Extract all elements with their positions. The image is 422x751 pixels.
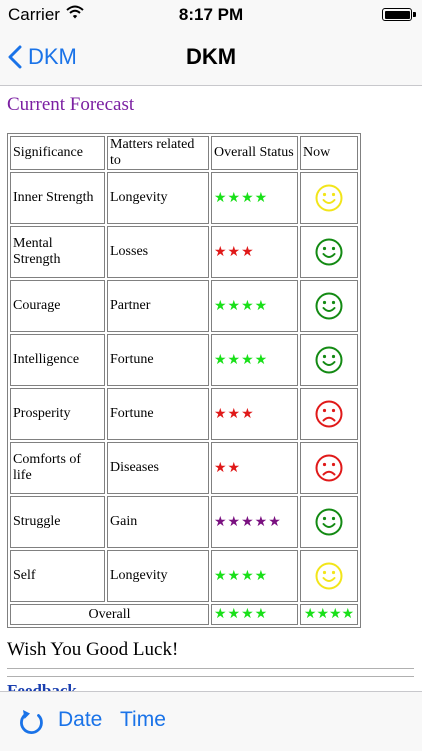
matters-cell: Partner (107, 280, 209, 332)
feedback-link[interactable]: Feedback (7, 681, 77, 691)
smiley-face-icon (315, 562, 343, 590)
smiley-face-icon (315, 292, 343, 320)
table-row: Struggle Gain ★★★★★ (10, 496, 358, 548)
status-cell: ★★★★ (211, 334, 298, 386)
status-cell: ★★★ (211, 226, 298, 278)
header-matters: Matters related to (107, 136, 209, 170)
now-cell (300, 496, 358, 548)
status-stars: ★★★★ (214, 190, 269, 206)
significance-cell: Courage (10, 280, 105, 332)
overall-status-stars: ★★★★ (211, 604, 298, 625)
matters-cell: Diseases (107, 442, 209, 494)
now-cell (300, 226, 358, 278)
significance-cell: Intelligence (10, 334, 105, 386)
matters-cell: Longevity (107, 172, 209, 224)
smiley-face-icon (315, 508, 343, 536)
table-row: Prosperity Fortune ★★★ (10, 388, 358, 440)
matters-cell: Fortune (107, 334, 209, 386)
now-cell (300, 334, 358, 386)
significance-cell: Inner Strength (10, 172, 105, 224)
status-cell: ★★ (211, 442, 298, 494)
overall-label: Overall (10, 604, 209, 625)
forecast-content[interactable]: Current Forecast Significance Matters re… (0, 86, 422, 691)
bottom-toolbar: Date Time (0, 691, 422, 751)
status-time: 8:17 PM (178, 5, 244, 24)
header-now: Now (300, 136, 358, 170)
matters-cell: Losses (107, 226, 209, 278)
navigation-bar: DKM DKM (0, 30, 422, 86)
table-header-row: Significance Matters related to Overall … (10, 136, 358, 170)
significance-cell: Mental Strength (10, 226, 105, 278)
status-cell: ★★★ (211, 388, 298, 440)
matters-cell: Gain (107, 496, 209, 548)
sad-face-icon (315, 454, 343, 482)
table-row: Mental Strength Losses ★★★ (10, 226, 358, 278)
divider (7, 676, 414, 677)
significance-cell: Struggle (10, 496, 105, 548)
sad-face-icon (315, 400, 343, 428)
overall-row: Overall ★★★★ ★★★★ (10, 604, 358, 625)
status-cell: ★★★★★ (211, 496, 298, 548)
smiley-face-icon (315, 346, 343, 374)
forecast-table: Significance Matters related to Overall … (7, 133, 361, 628)
header-significance: Significance (10, 136, 105, 170)
table-row: Courage Partner ★★★★ (10, 280, 358, 332)
status-cell: ★★★★ (211, 280, 298, 332)
matters-cell: Longevity (107, 550, 209, 602)
status-stars: ★★★ (214, 406, 255, 422)
status-cell: ★★★★ (211, 550, 298, 602)
battery-icon (382, 8, 416, 21)
now-cell (300, 388, 358, 440)
table-row: Intelligence Fortune ★★★★ (10, 334, 358, 386)
refresh-icon[interactable] (18, 707, 46, 742)
status-stars: ★★★ (214, 244, 255, 260)
date-button[interactable]: Date (58, 708, 102, 732)
now-cell (300, 280, 358, 332)
status-cell: ★★★★ (211, 172, 298, 224)
table-row: Comforts of life Diseases ★★ (10, 442, 358, 494)
status-stars: ★★★★ (214, 352, 269, 368)
status-stars: ★★ (214, 460, 242, 476)
now-cell (300, 442, 358, 494)
significance-cell: Comforts of life (10, 442, 105, 494)
wish-text: Wish You Good Luck! (7, 639, 179, 660)
significance-cell: Prosperity (10, 388, 105, 440)
significance-cell: Self (10, 550, 105, 602)
section-title: Current Forecast (7, 94, 135, 115)
page-title: DKM (185, 44, 237, 69)
matters-cell: Fortune (107, 388, 209, 440)
now-cell (300, 550, 358, 602)
status-stars: ★★★★★ (214, 514, 282, 530)
overall-now-stars: ★★★★ (300, 604, 358, 625)
table-row: Inner Strength Longevity ★★★★ (10, 172, 358, 224)
status-stars: ★★★★ (214, 568, 269, 584)
status-bar: Carrier 8:17 PM (0, 0, 422, 30)
header-overall-status: Overall Status (211, 136, 298, 170)
now-cell (300, 172, 358, 224)
table-row: Self Longevity ★★★★ (10, 550, 358, 602)
time-button[interactable]: Time (120, 708, 166, 732)
status-stars: ★★★★ (214, 298, 269, 314)
smiley-face-icon (315, 238, 343, 266)
smiley-face-icon (315, 184, 343, 212)
divider (7, 668, 414, 669)
